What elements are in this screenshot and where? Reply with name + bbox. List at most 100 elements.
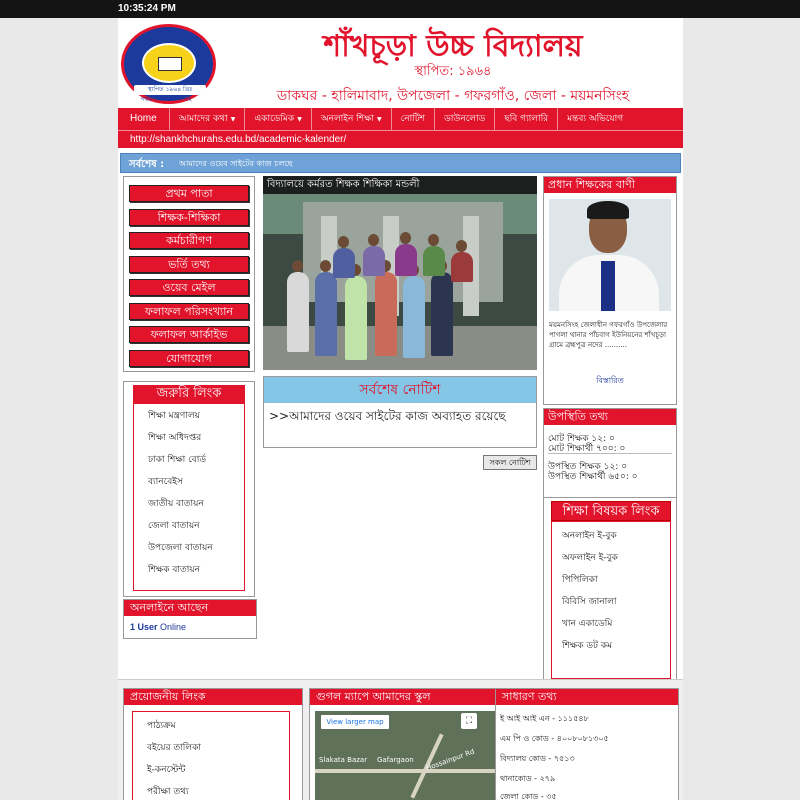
page-container: স্থাপিত ১৯৬৪ খ্রিঃ গফরগাঁও, ময়মনসিংহ শা…: [118, 18, 683, 800]
fullscreen-icon[interactable]: ⛶: [461, 713, 477, 729]
edu-links-panel: শিক্ষা বিষয়ক লিংক অনলাইন ই-বুক অফলাইন ই…: [543, 497, 677, 687]
nav-online-edu[interactable]: অনলাইন শিক্ষা ▼: [312, 108, 392, 130]
photo-tie: [601, 261, 615, 311]
read-more-link[interactable]: বিস্তারিত: [544, 375, 676, 388]
school-code: বিদ্যালয় কোড - ৭৫১৩: [500, 754, 575, 763]
chevron-down-icon: ▼: [230, 116, 236, 123]
footer-links-title: প্রয়োজনীয় লিংক: [124, 689, 302, 705]
status-url: http://shankhchurahs.edu.bd/academic-kal…: [118, 130, 683, 148]
attendance-panel: উপস্থিতি তথ্য মোট শিক্ষক ১২: ০ মোট শিক্ষ…: [543, 408, 677, 503]
ticker-text[interactable]: আমাদের ওয়েব সাইটের কাজ চলছে: [179, 158, 293, 171]
menu-teachers[interactable]: শিক্ষক-শিক্ষিকা: [129, 209, 249, 226]
menu-result-stats[interactable]: ফলাফল পরিসংখ্যান: [129, 303, 249, 320]
school-logo[interactable]: স্থাপিত ১৯৬৪ খ্রিঃ: [121, 24, 216, 104]
photo-person: [315, 272, 337, 356]
photo-head: [456, 240, 467, 252]
link-e-content[interactable]: ই-কনস্টেন্ট: [147, 762, 185, 777]
photo-person: [363, 246, 385, 276]
side-menu: প্রথম পাতা শিক্ষক-শিক্ষিকা কর্মচারীগণ ভর…: [123, 176, 255, 372]
headmaster-title: প্রধান শিক্ষকের বাণী: [544, 177, 676, 193]
nav-gallery[interactable]: ছবি গ্যালারি: [495, 108, 559, 130]
menu-staff[interactable]: কর্মচারীগণ: [129, 232, 249, 249]
news-ticker: সর্বশেষ : আমাদের ওয়েব সাইটের কাজ চলছে: [120, 153, 681, 173]
nav-academic[interactable]: একাডেমিক ▼: [245, 108, 312, 130]
user-count: 1 User: [130, 622, 158, 632]
map-title: গুগল ম্যাপে আমাদের স্কুল: [310, 689, 498, 705]
photo-person: [451, 252, 473, 282]
link-dhaka-board[interactable]: ঢাকা শিক্ষা বোর্ড: [148, 452, 206, 467]
online-count: 1 User Online: [130, 622, 186, 632]
eiin: ই আই আই এন - ১১১৫৪৮: [500, 714, 589, 723]
footer-links-list: পাঠ্যক্রম বইয়ের তালিকা ই-কনস্টেন্ট পরীক…: [132, 711, 290, 800]
thana-code: থানাকোড - ২৭৯: [500, 774, 556, 783]
chevron-down-icon: ▼: [297, 116, 302, 123]
nav-label: একাডেমিক: [254, 114, 295, 124]
link-education-ministry[interactable]: শিক্ষা মন্ত্রণালয়: [148, 408, 200, 423]
link-national-portal[interactable]: জাতীয় বাতায়ন: [148, 496, 204, 511]
nav-about[interactable]: আমাদের কথা ▼: [170, 108, 246, 130]
photo-person: [287, 272, 309, 352]
important-links-panel: জরুরি লিংক শিক্ষা মন্ত্রণালয় শিক্ষা অধি…: [123, 381, 255, 597]
site-header: স্থাপিত ১৯৬৪ খ্রিঃ গফরগাঁও, ময়মনসিংহ শা…: [118, 18, 683, 108]
link-banbeis[interactable]: ব্যানবেইস: [148, 474, 183, 489]
nav-feedback[interactable]: মন্তব্য অভিযোগ: [558, 108, 632, 130]
link-offline-ebook[interactable]: অফলাইন ই-বুক: [562, 550, 618, 565]
all-notices-button[interactable]: সকল নোটিশ: [483, 455, 537, 470]
online-title: অনলাইনে আছেন: [124, 600, 256, 616]
online-users-panel: অনলাইনে আছেন 1 User Online: [123, 599, 257, 639]
established-year: স্থাপিত: ১৯৬৪: [414, 64, 492, 79]
map-road: [315, 769, 495, 773]
notice-item[interactable]: >>আমাদের ওয়েব সাইটের কাজ অব্যাহত রয়েছে: [269, 409, 531, 424]
photo-head: [338, 236, 349, 248]
nav-label: অনলাইন শিক্ষা: [320, 114, 375, 124]
nav-notice[interactable]: নোটিশ: [392, 108, 436, 130]
staff-photo[interactable]: বিদ্যালয়ে কর্মরত শিক্ষক শিক্ষিকা মন্ডলী: [263, 176, 537, 370]
photo-head: [428, 234, 439, 246]
link-khan-academy[interactable]: খান একাডেমি: [562, 616, 612, 631]
link-education-directorate[interactable]: শিক্ষা অধিদপ্তর: [148, 430, 201, 445]
view-larger-map-link[interactable]: View larger map: [321, 715, 389, 729]
menu-webmail[interactable]: ওয়েব মেইল: [129, 279, 249, 296]
link-district-portal[interactable]: জেলা বাতায়ন: [148, 518, 200, 533]
photo-head: [320, 260, 331, 272]
photo-person: [333, 248, 355, 278]
nav-label: আমাদের কথা: [178, 114, 228, 124]
clock: 10:35:24 PM: [0, 0, 800, 18]
menu-contact[interactable]: যোগাযোগ: [129, 350, 249, 367]
link-upazila-portal[interactable]: উপজেলা বাতায়ন: [148, 540, 213, 555]
map-label: Slakata Bazar: [319, 756, 368, 764]
link-shikkhok-dotcom[interactable]: শিক্ষক ডট কম: [562, 638, 612, 653]
book-icon: [158, 57, 182, 71]
important-links-title: জরুরি লিংক: [133, 385, 245, 403]
nav-download[interactable]: ডাউনলোড: [435, 108, 496, 130]
photo-head: [292, 260, 303, 272]
link-bbc-janala[interactable]: বিবিসি জানালা: [562, 594, 617, 609]
menu-home[interactable]: প্রথম পাতা: [129, 185, 249, 202]
menu-result-archive[interactable]: ফলাফল আর্কাইভ: [129, 326, 249, 343]
present-students: উপস্থিত শিক্ষার্থী ৬৫০: ০: [548, 472, 638, 482]
mpo-code: এম পি ও কোড - ৪০০৮০৮১৩০৫: [500, 734, 609, 743]
link-exam-info[interactable]: পরীক্ষা তথ্য: [147, 784, 189, 799]
nav-label: Home: [130, 113, 157, 124]
link-book-list[interactable]: বইয়ের তালিকা: [147, 740, 201, 755]
link-online-ebook[interactable]: অনলাইন ই-বুক: [562, 528, 617, 543]
nav-home[interactable]: Home: [118, 108, 170, 130]
site-footer: প্রয়োজনীয় লিংক পাঠ্যক্রম বইয়ের তালিকা…: [118, 679, 683, 800]
school-address: ডাকঘর - হালিমাবাদ, উপজেলা - গফরগাঁও, জেল…: [276, 88, 630, 104]
menu-admission[interactable]: ভর্তি তথ্য: [129, 256, 249, 273]
important-links-list: শিক্ষা মন্ত্রণালয় শিক্ষা অধিদপ্তর ঢাকা …: [133, 403, 245, 591]
edu-links-title: শিক্ষা বিষয়ক লিংক: [551, 501, 671, 521]
photo-head: [400, 232, 411, 244]
link-teachers-portal[interactable]: শিক্ষক বাতায়ন: [148, 562, 200, 577]
online-suffix: Online: [160, 622, 187, 632]
general-info-panel: সাধারণ তথ্য ই আই আই এন - ১১১৫৪৮ এম পি ও …: [495, 688, 679, 800]
ticker-label: সর্বশেষ :: [129, 159, 165, 170]
link-curriculum[interactable]: পাঠ্যক্রম: [147, 718, 176, 733]
main-nav: Home আমাদের কথা ▼ একাডেমিক ▼ অনলাইন শিক্ষা…: [118, 108, 683, 130]
headmaster-panel: প্রধান শিক্ষকের বাণী ময়মনসিংহ জেলাধীন গ…: [543, 176, 677, 405]
photo-person: [375, 272, 397, 356]
link-pipilika[interactable]: পিপিলিকা: [562, 572, 598, 587]
google-map[interactable]: View larger map ⛶ Slakata Bazar Gafargao…: [315, 711, 495, 800]
photo-caption: বিদ্যালয়ে কর্মরত শিক্ষক শিক্ষিকা মন্ডলী: [263, 176, 537, 194]
headmaster-photo: [549, 199, 671, 311]
